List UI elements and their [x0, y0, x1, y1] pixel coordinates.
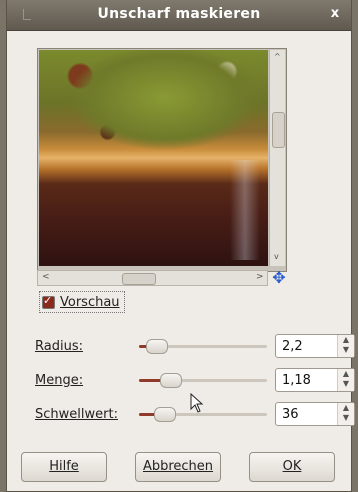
amount-slider-handle[interactable] [160, 373, 182, 388]
threshold-value: 36 [282, 407, 299, 422]
title-bar[interactable]: Unscharf maskieren x [7, 0, 351, 31]
threshold-slider[interactable] [139, 407, 267, 422]
threshold-spinbutton[interactable]: 36 ▲ ▼ [275, 402, 355, 426]
close-icon[interactable]: x [327, 6, 343, 22]
horizontal-scroll-thumb[interactable] [122, 273, 156, 285]
preview-image[interactable] [39, 50, 268, 266]
cancel-button[interactable]: Abbrechen [135, 452, 221, 482]
threshold-slider-handle[interactable] [154, 407, 176, 422]
threshold-stepper-icon[interactable]: ▲ ▼ [337, 403, 354, 425]
radius-label: Radius: [35, 339, 83, 354]
radius-row: Radius: 2,2 ▲ ▼ [35, 334, 355, 360]
preview-vertical-scrollbar[interactable]: ^ v [269, 50, 285, 266]
amount-slider[interactable] [139, 373, 267, 388]
scroll-right-arrow-icon[interactable]: > [256, 272, 264, 282]
ok-button[interactable]: OK [249, 452, 335, 482]
amount-value: 1,18 [282, 373, 311, 388]
mouse-pointer-icon [190, 393, 204, 413]
amount-label: Menge: [35, 373, 84, 388]
preview-horizontal-scrollbar[interactable]: < > [37, 270, 268, 286]
radius-spinbutton[interactable]: 2,2 ▲ ▼ [275, 334, 355, 358]
vertical-scroll-thumb[interactable] [272, 112, 285, 148]
threshold-label: Schwellwert: [35, 407, 118, 422]
preview-checkbox[interactable] [42, 294, 55, 309]
amount-stepper-icon[interactable]: ▲ ▼ [337, 369, 354, 391]
radius-slider-handle[interactable] [146, 339, 168, 354]
scroll-up-arrow-icon[interactable]: ^ [274, 52, 281, 61]
amount-spinbutton[interactable]: 1,18 ▲ ▼ [275, 368, 355, 392]
scroll-down-arrow-icon[interactable]: v [274, 252, 279, 261]
preview-checkbox-label: Vorschau [60, 294, 120, 310]
scroll-left-arrow-icon[interactable]: < [42, 272, 50, 282]
preview-toggle[interactable]: Vorschau [39, 291, 125, 313]
radius-value: 2,2 [282, 339, 303, 354]
unsharp-mask-dialog: Unscharf maskieren x ^ v < > ✥ Vorschau … [6, 0, 355, 492]
preview-frame: ^ v [37, 48, 287, 272]
dialog-title: Unscharf maskieren [97, 6, 261, 22]
navigate-move-icon[interactable]: ✥ [271, 270, 287, 286]
amount-row: Menge: 1,18 ▲ ▼ [35, 368, 355, 394]
radius-stepper-icon[interactable]: ▲ ▼ [337, 335, 354, 357]
help-button[interactable]: Hilfe [21, 452, 107, 482]
radius-slider[interactable] [139, 339, 267, 354]
